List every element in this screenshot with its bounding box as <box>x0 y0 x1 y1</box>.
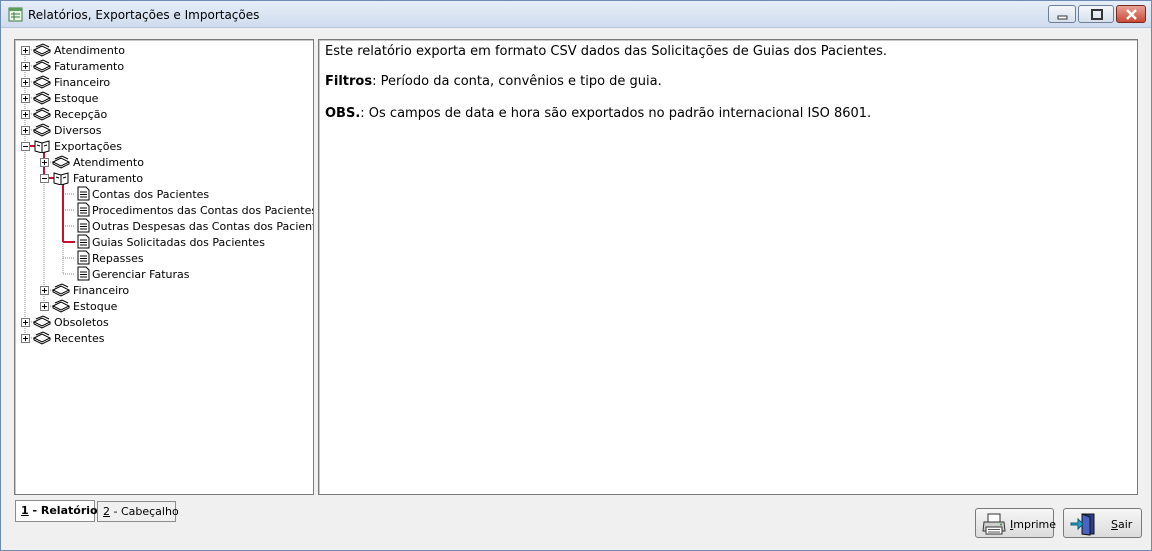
document-icon <box>77 234 90 249</box>
expand-plus-icon[interactable] <box>40 158 49 167</box>
tree-item-exp-atendimento[interactable]: Atendimento <box>73 156 144 169</box>
tree-item-financeiro[interactable]: Financeiro <box>54 76 110 89</box>
tree-item-recepcao[interactable]: Recepção <box>54 108 107 121</box>
main-window: Relatórios, Exportações e Importações At… <box>0 0 1152 551</box>
books-icon <box>33 75 51 89</box>
report-tree[interactable]: Atendimento Faturamento Financeiro Estoq… <box>14 39 314 495</box>
books-icon <box>52 299 70 313</box>
obs-label: OBS. <box>325 106 361 121</box>
books-icon <box>33 43 51 57</box>
tab-relatorio[interactable]: 1 - Relatório <box>15 500 98 522</box>
expand-plus-icon[interactable] <box>21 126 30 135</box>
document-icon <box>77 186 90 201</box>
print-label: Imprime <box>1010 518 1056 531</box>
expand-plus-icon[interactable] <box>21 318 30 327</box>
printer-icon <box>982 513 1006 535</box>
tree-item-guias-solicitadas[interactable]: Guias Solicitadas dos Pacientes <box>92 236 265 249</box>
books-icon <box>33 315 51 329</box>
document-icon <box>77 218 90 233</box>
tree-item-contas-pacientes[interactable]: Contas dos Pacientes <box>92 188 209 201</box>
minimize-icon <box>1057 15 1068 20</box>
tree-item-obsoletos[interactable]: Obsoletos <box>54 316 109 329</box>
tree-item-estoque[interactable]: Estoque <box>54 92 98 105</box>
exit-button[interactable]: Sair <box>1063 508 1142 538</box>
document-icon <box>77 266 90 281</box>
tab-cabecalho-key: 2 <box>103 505 110 518</box>
description-line: Este relatório exporta em formato CSV da… <box>325 44 887 59</box>
obs-line: OBS.: Os campos de data e hora são expor… <box>325 106 871 121</box>
books-icon <box>52 155 70 169</box>
tree-item-exp-estoque[interactable]: Estoque <box>73 300 117 313</box>
print-button[interactable]: Imprime <box>975 508 1056 538</box>
close-icon <box>1126 9 1137 20</box>
document-icon <box>77 250 90 265</box>
expand-plus-icon[interactable] <box>21 94 30 103</box>
tree-item-diversos[interactable]: Diversos <box>54 124 102 137</box>
report-description-panel: Este relatório exporta em formato CSV da… <box>318 39 1138 495</box>
books-icon <box>33 59 51 73</box>
app-icon <box>8 7 23 22</box>
collapse-minus-icon[interactable] <box>21 142 30 151</box>
title-bar: Relatórios, Exportações e Importações <box>1 1 1151 28</box>
exit-door-icon <box>1070 513 1095 536</box>
exit-label: Sair <box>1111 518 1132 531</box>
tree-item-faturamento[interactable]: Faturamento <box>54 60 124 73</box>
filters-label: Filtros <box>325 74 373 89</box>
expand-plus-icon[interactable] <box>21 110 30 119</box>
tree-item-repasses[interactable]: Repasses <box>92 252 144 265</box>
filters-line: Filtros: Período da conta, convênios e t… <box>325 74 662 89</box>
books-icon <box>33 331 51 345</box>
expand-plus-icon[interactable] <box>21 334 30 343</box>
expand-plus-icon[interactable] <box>40 286 49 295</box>
tab-relatorio-label: - Relatório <box>28 504 98 517</box>
books-icon <box>33 91 51 105</box>
open-book-icon <box>53 172 69 185</box>
expand-plus-icon[interactable] <box>21 62 30 71</box>
tab-cabecalho-label: - Cabeçalho <box>110 505 179 518</box>
maximize-button[interactable] <box>1078 5 1114 23</box>
obs-text: : Os campos de data e hora são exportado… <box>360 106 872 121</box>
expand-plus-icon[interactable] <box>40 302 49 311</box>
expand-plus-icon[interactable] <box>21 78 30 87</box>
collapse-minus-icon[interactable] <box>40 174 49 183</box>
books-icon <box>33 107 51 121</box>
exit-rest: air <box>1117 518 1133 531</box>
tree-item-outras-despesas[interactable]: Outras Despesas das Contas dos Pacientes <box>92 220 313 233</box>
books-icon <box>33 123 51 137</box>
books-icon <box>52 283 70 297</box>
tab-relatorio-key: 1 <box>21 504 29 517</box>
tree-item-exp-financeiro[interactable]: Financeiro <box>73 284 129 297</box>
tree-item-procedimentos[interactable]: Procedimentos das Contas dos Pacientes <box>92 204 313 217</box>
tree-item-atendimento[interactable]: Atendimento <box>54 44 125 57</box>
print-rest: mprime <box>1013 518 1057 531</box>
minimize-button[interactable] <box>1048 5 1076 23</box>
tree-item-recentes[interactable]: Recentes <box>54 332 105 345</box>
close-button[interactable] <box>1116 5 1146 23</box>
tree-item-exportacoes[interactable]: Exportações <box>54 140 122 153</box>
tree-item-gerenciar-faturas[interactable]: Gerenciar Faturas <box>92 268 190 281</box>
expand-plus-icon[interactable] <box>21 46 30 55</box>
window-title: Relatórios, Exportações e Importações <box>28 8 260 22</box>
tree-item-exp-faturamento[interactable]: Faturamento <box>73 172 143 185</box>
filters-text: : Período da conta, convênios e tipo de … <box>372 74 662 89</box>
document-icon <box>77 202 90 217</box>
maximize-icon <box>1091 9 1103 20</box>
open-book-icon <box>34 140 50 153</box>
exit-key: S <box>1111 518 1118 531</box>
tab-cabecalho[interactable]: 2 - Cabeçalho <box>97 501 179 522</box>
